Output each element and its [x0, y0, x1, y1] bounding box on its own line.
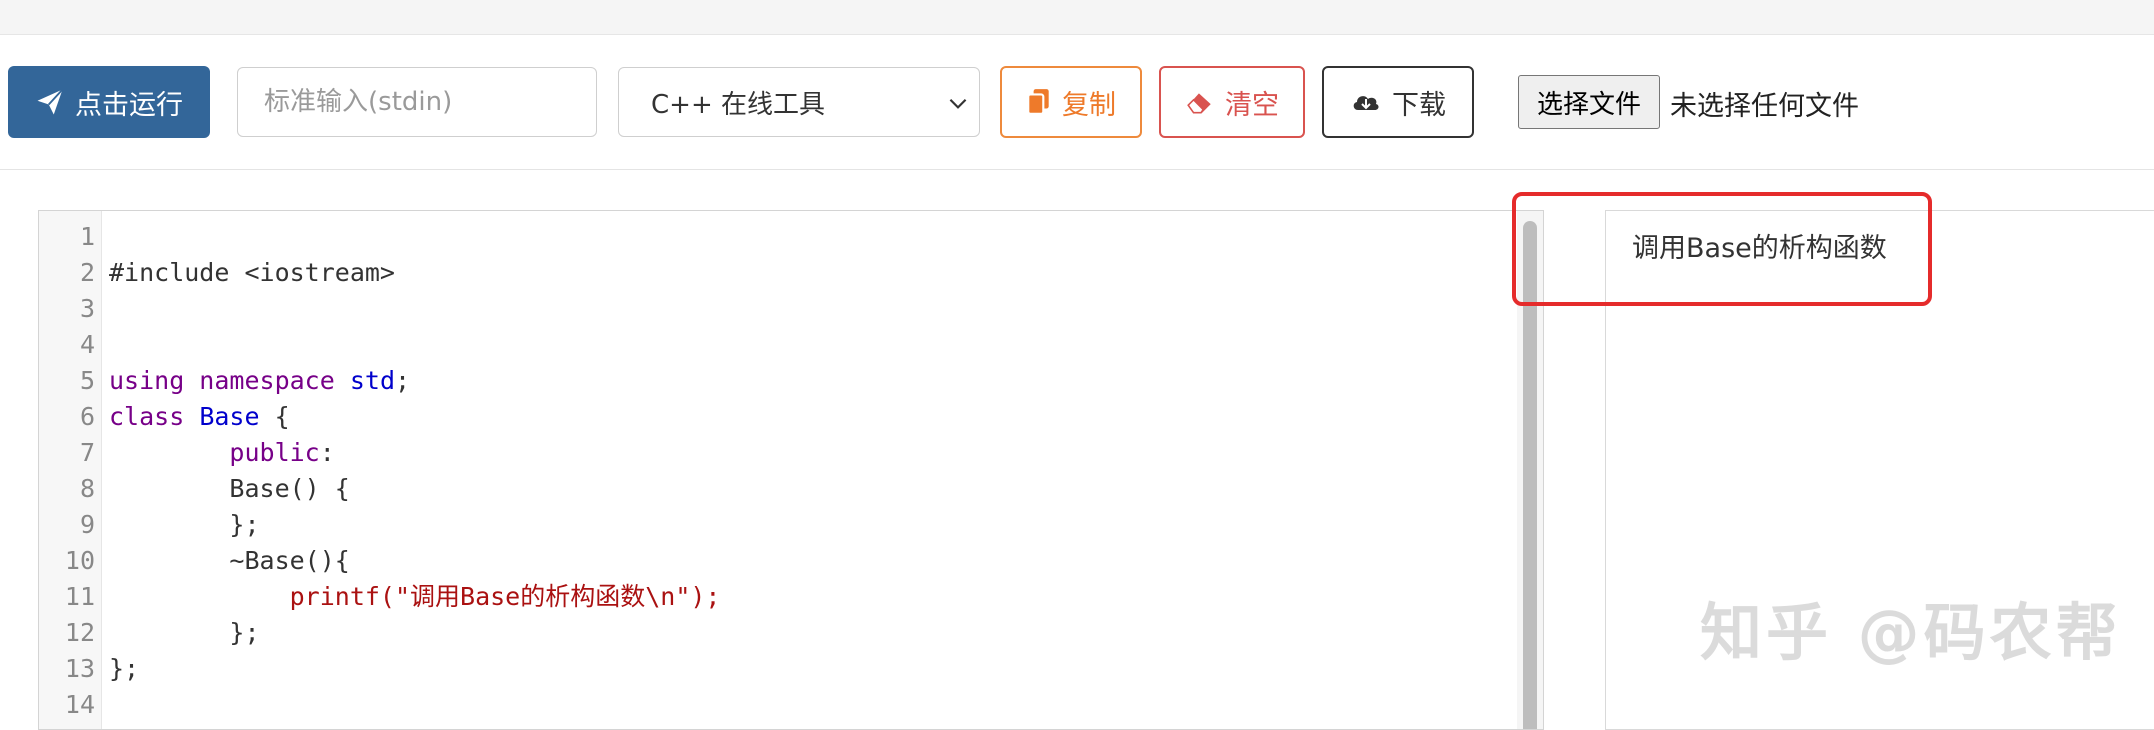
download-button[interactable]: 下载 — [1322, 66, 1474, 138]
download-button-label: 下载 — [1392, 89, 1446, 121]
line-number: 11 — [64, 582, 95, 611]
run-button-label: 点击运行 — [75, 89, 183, 121]
line-number-gutter: 1 2 3 4 5 6 7 8 9 10 11 12 13 14 — [39, 211, 102, 729]
highlight-box — [1512, 192, 1932, 306]
watermark: 知乎 @码农帮 — [1700, 596, 2122, 669]
eraser-icon — [1187, 93, 1211, 114]
language-select-value: C++ 在线工具 — [651, 89, 825, 120]
line-number: 14 — [64, 690, 95, 719]
line-number: 8 — [79, 474, 95, 503]
code-line-class: class Base { — [109, 402, 290, 431]
chevron-down-icon — [949, 98, 967, 109]
choose-file-button[interactable]: 选择文件 — [1518, 75, 1660, 129]
clear-button[interactable]: 清空 — [1159, 66, 1305, 138]
code-line-using: using namespace std; — [109, 366, 411, 395]
code-line-destructor-end: }; — [109, 618, 260, 647]
copy-button-label: 复制 — [1062, 89, 1116, 121]
code-line-public: public: — [229, 438, 335, 467]
line-number: 9 — [79, 510, 95, 539]
run-button[interactable]: 点击运行 — [8, 66, 210, 138]
copy-icon — [1027, 89, 1049, 115]
line-number: 10 — [64, 546, 95, 575]
line-number: 12 — [64, 618, 95, 647]
line-number: 13 — [64, 654, 95, 683]
line-number: 4 — [79, 330, 95, 359]
copy-button[interactable]: 复制 — [1000, 66, 1142, 138]
clear-button-label: 清空 — [1225, 89, 1279, 121]
line-number: 5 — [79, 366, 95, 395]
code-line-class-end: }; — [109, 654, 140, 683]
line-number: 2 — [79, 258, 95, 287]
code-line-destructor: ~Base(){ — [109, 546, 350, 575]
toolbar: 点击运行 C++ 在线工具 复制 清空 下载 选择文件 未选择任何文件 — [0, 35, 2154, 170]
code-line-printf: printf("调用Base的析构函数\n"); — [109, 582, 721, 611]
language-select[interactable]: C++ 在线工具 — [618, 67, 980, 137]
stdin-input[interactable] — [237, 67, 597, 137]
line-number: 6 — [79, 402, 95, 431]
code-line-constructor-end: }; — [109, 510, 260, 539]
cloud-download-icon — [1353, 96, 1379, 110]
code-line-include: #include <iostream> — [109, 258, 395, 287]
code-editor[interactable]: 1 2 3 4 5 6 7 8 9 10 11 12 13 14 #includ… — [38, 210, 1544, 730]
line-number: 7 — [79, 438, 95, 467]
line-number: 3 — [79, 294, 95, 323]
line-number: 1 — [79, 222, 95, 251]
code-line-constructor: Base() { — [109, 474, 350, 503]
paper-plane-icon — [37, 88, 64, 115]
top-strip — [0, 0, 2154, 35]
file-status-text: 未选择任何文件 — [1670, 91, 1859, 122]
